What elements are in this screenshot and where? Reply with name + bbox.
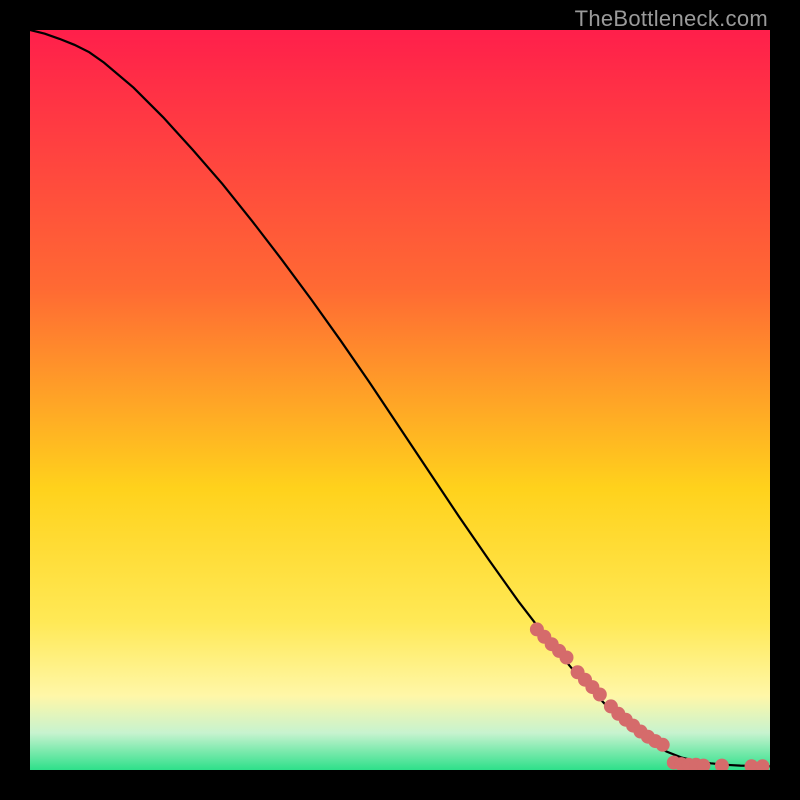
watermark-text: TheBottleneck.com [575,6,768,32]
highlight-marker [715,759,729,770]
highlight-markers [530,622,770,770]
highlight-marker [593,688,607,702]
highlight-marker [656,738,670,752]
plot-area [30,30,770,770]
highlight-marker [560,651,574,665]
chart-overlay [30,30,770,770]
highlight-marker [756,759,770,770]
chart-container: TheBottleneck.com [0,0,800,800]
bottleneck-curve [30,30,770,766]
